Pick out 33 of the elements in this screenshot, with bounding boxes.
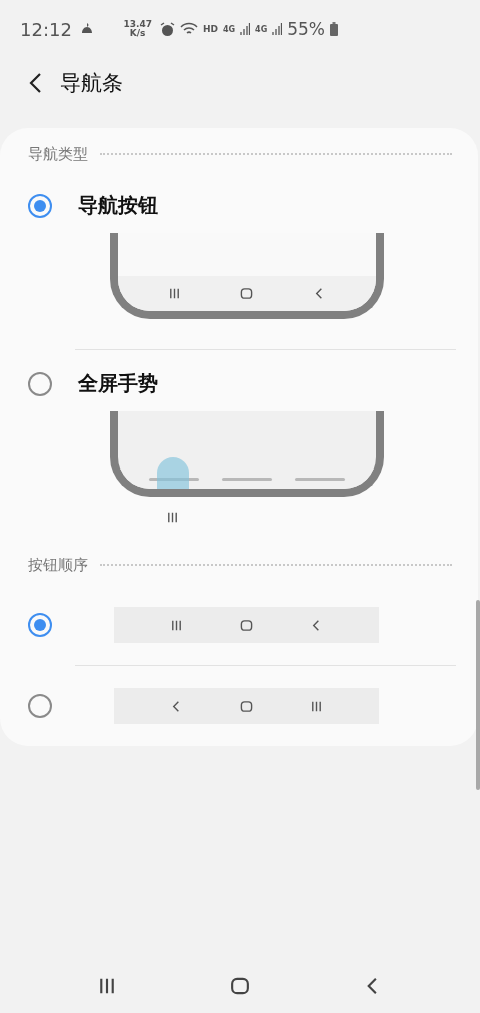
signal-icon	[240, 22, 251, 36]
home-icon	[240, 618, 253, 632]
hd-label: HD	[202, 24, 218, 34]
recents-icon	[170, 618, 184, 632]
radio-button[interactable]	[28, 371, 52, 396]
section-title: 按钮顺序	[28, 555, 88, 575]
battery-percent: 55%	[287, 19, 325, 39]
clock: 12:12	[20, 18, 72, 40]
wifi-icon	[179, 22, 198, 36]
notification-icon	[79, 22, 94, 36]
battery-icon	[330, 22, 338, 36]
option-label[interactable]: 导航按钮	[78, 192, 158, 219]
gesture-handle	[294, 477, 345, 481]
recents-icon	[309, 699, 323, 713]
radio-button[interactable]	[28, 193, 52, 218]
home-icon	[240, 699, 253, 713]
recents-icon	[166, 511, 179, 524]
alarm-icon	[159, 21, 175, 37]
speed-unit: K/s	[129, 29, 146, 38]
signal-icon	[272, 22, 283, 36]
network-type: 4G	[255, 24, 268, 34]
network-type: 4G	[222, 24, 236, 34]
radio-button[interactable]	[28, 613, 52, 637]
home-icon	[240, 287, 254, 300]
recents-icon	[167, 287, 181, 300]
speed-value: 13.47	[123, 20, 152, 29]
option-label[interactable]: 全屏手势	[78, 370, 158, 397]
section-title: 导航类型	[28, 144, 88, 164]
radio-button[interactable]	[28, 694, 52, 718]
gesture-handle	[149, 477, 200, 481]
page-title: 导航条	[60, 70, 123, 97]
home-icon	[230, 976, 250, 996]
gesture-handle	[222, 477, 272, 481]
